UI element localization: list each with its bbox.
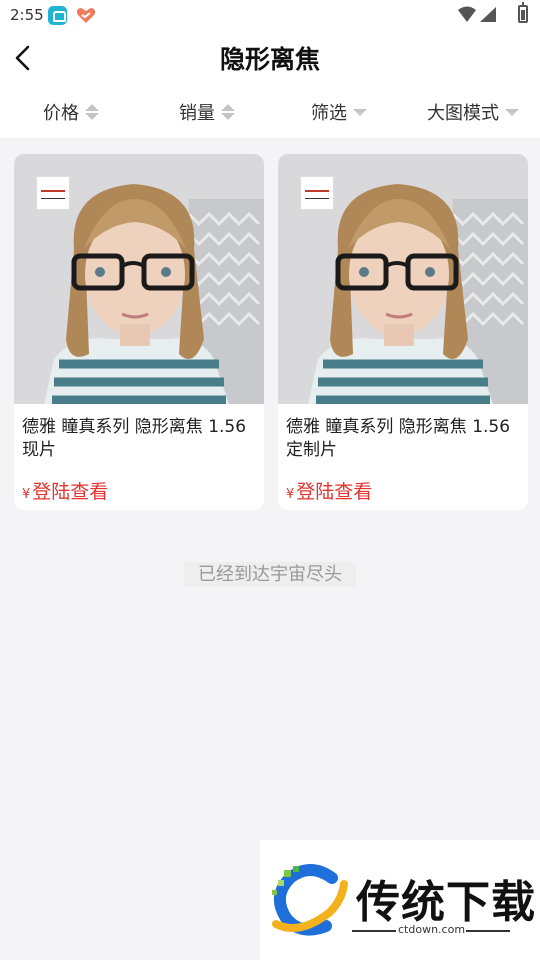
view-mode-label: 大图模式 bbox=[427, 103, 499, 124]
sort-by-price-button[interactable]: 价格 bbox=[43, 96, 99, 128]
sort-arrows-icon bbox=[85, 104, 99, 120]
product-card[interactable]: 德雅 瞳真系列 隐形离焦 1.56 现片 ¥ 登陆查看 bbox=[14, 154, 264, 510]
page-title: 隐形离焦 bbox=[219, 45, 320, 74]
product-name: 德雅 瞳真系列 隐形离焦 1.56 现片 bbox=[22, 417, 247, 460]
product-grid: 德雅 瞳真系列 隐形离焦 1.56 现片 ¥ 登陆查看 德雅 瞳真系列 隐形离焦… bbox=[14, 154, 528, 510]
sort-arrows-icon bbox=[221, 104, 235, 120]
login-to-view-label: 登陆查看 bbox=[296, 481, 373, 503]
caret-down-icon bbox=[353, 108, 367, 116]
brand-logo-badge bbox=[300, 176, 334, 210]
watermark-divider bbox=[466, 930, 510, 932]
currency-symbol: ¥ bbox=[22, 487, 31, 502]
sort-sales-label: 销量 bbox=[179, 103, 215, 124]
status-time: 2:55 bbox=[10, 6, 44, 24]
brand-logo-badge bbox=[36, 176, 70, 210]
caret-down-icon bbox=[505, 108, 519, 116]
app-notification-icon bbox=[48, 6, 67, 25]
product-card[interactable]: 德雅 瞳真系列 隐形离焦 1.56 定制片 ¥ 登陆查看 bbox=[278, 154, 528, 510]
signal-icon bbox=[458, 6, 496, 22]
heart-app-icon bbox=[76, 8, 96, 23]
product-price[interactable]: ¥ 登陆查看 bbox=[22, 477, 108, 504]
sort-filter-bar: 价格 销量 筛选 大图模式 bbox=[0, 86, 540, 138]
end-of-list-text: 已经到达宇宙尽头 bbox=[184, 562, 356, 587]
top-navigation-bar: 隐形离焦 bbox=[0, 30, 540, 86]
watermark-url: ctdown.com bbox=[398, 923, 466, 936]
sort-by-sales-button[interactable]: 销量 bbox=[179, 96, 235, 128]
currency-symbol: ¥ bbox=[286, 487, 295, 502]
product-price[interactable]: ¥ 登陆查看 bbox=[286, 477, 372, 504]
battery-icon bbox=[518, 2, 528, 23]
watermark-logo-icon bbox=[272, 864, 348, 936]
product-name: 德雅 瞳真系列 隐形离焦 1.56 定制片 bbox=[286, 417, 511, 460]
large-image-mode-button[interactable]: 大图模式 bbox=[427, 96, 519, 128]
status-bar: 2:55 bbox=[0, 0, 540, 30]
end-of-list-note: 已经到达宇宙尽头 bbox=[0, 560, 540, 587]
sort-price-label: 价格 bbox=[43, 103, 79, 124]
login-to-view-label: 登陆查看 bbox=[32, 481, 109, 503]
site-watermark: 传统下载 ctdown.com bbox=[260, 840, 540, 960]
watermark-divider bbox=[352, 930, 396, 932]
filter-button[interactable]: 筛选 bbox=[311, 96, 367, 128]
filter-label: 筛选 bbox=[311, 103, 347, 124]
watermark-title: 传统下载 bbox=[356, 877, 536, 928]
